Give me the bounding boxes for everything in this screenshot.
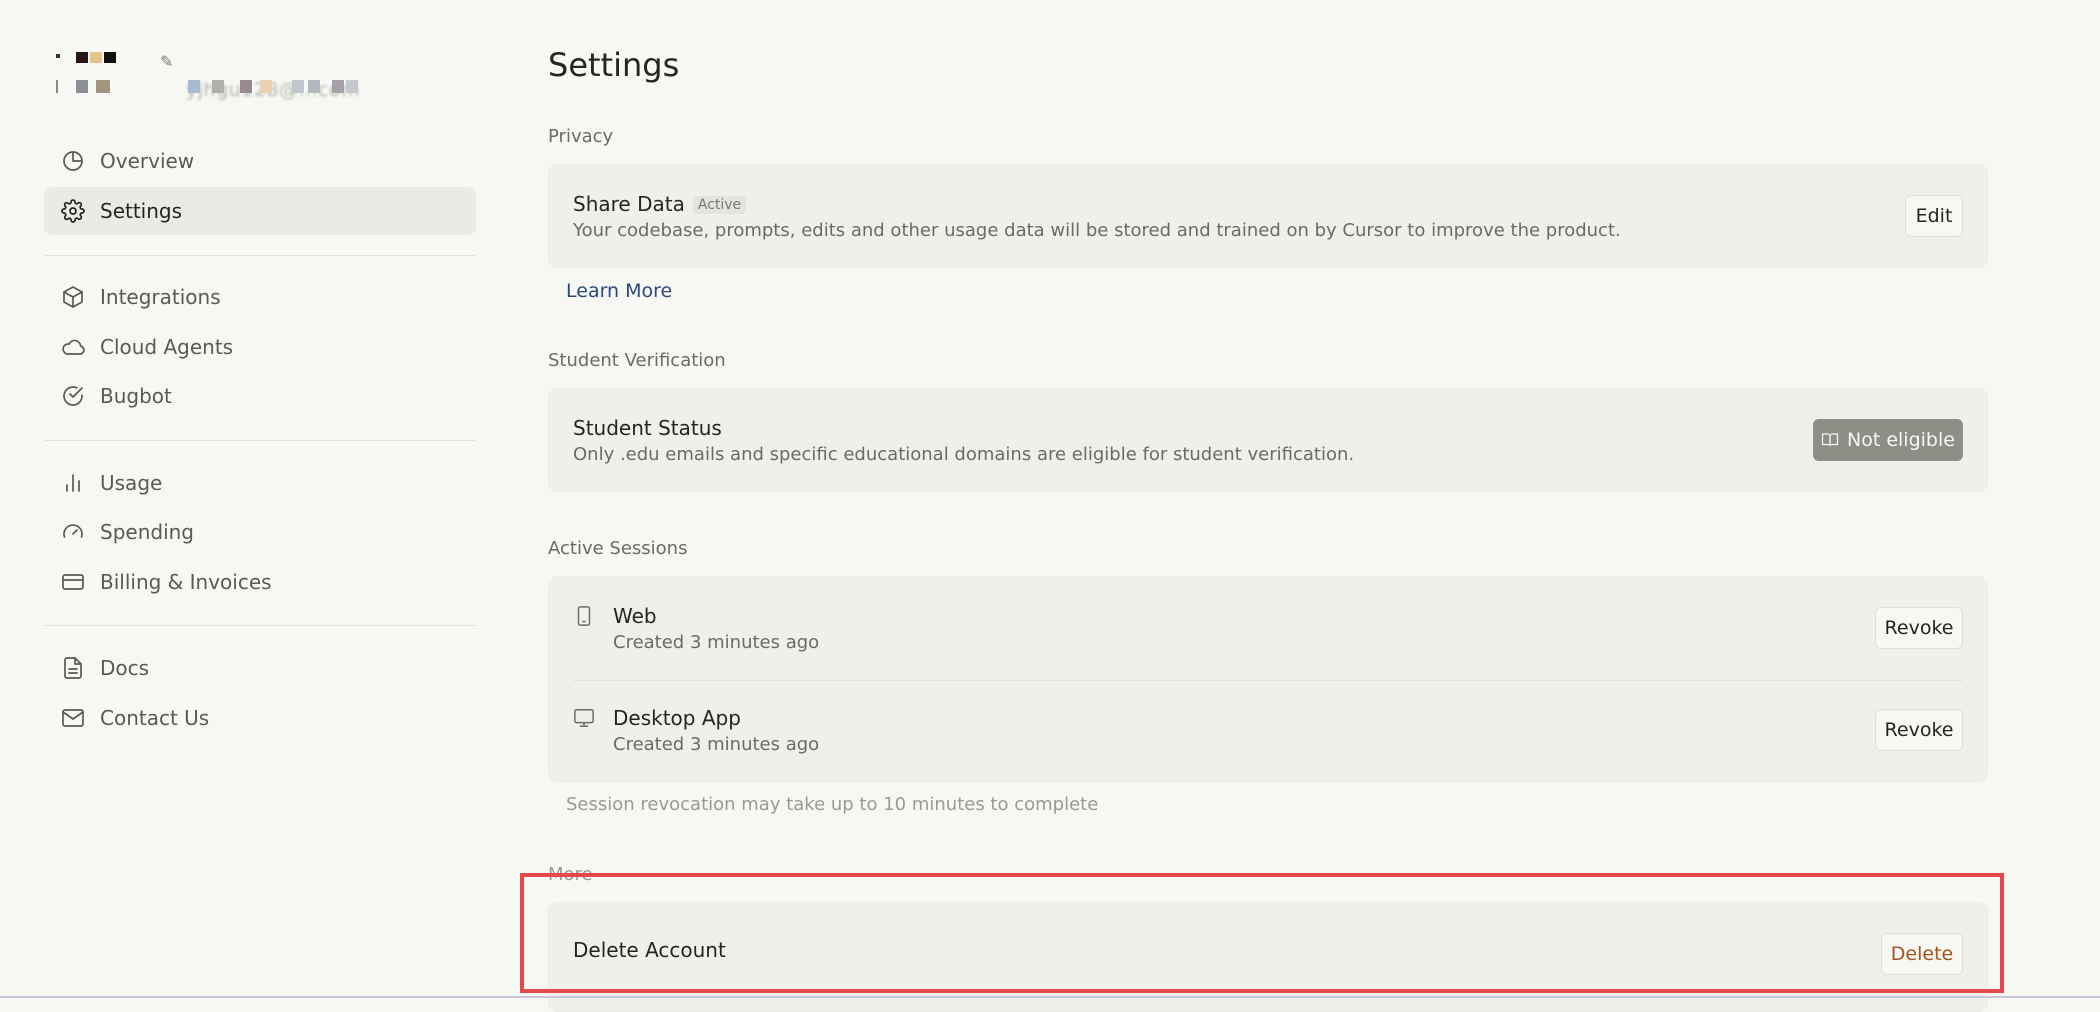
delete-account-button[interactable]: Delete (1881, 933, 1963, 975)
sidebar-item-settings[interactable]: Settings (44, 187, 476, 235)
section-label-privacy: Privacy (548, 126, 614, 147)
phone-icon (573, 605, 595, 631)
sessions-card: Web Created 3 minutes ago Revoke Desktop… (548, 576, 1988, 782)
redacted-email-prefix (56, 80, 146, 93)
session-created: Created 3 minutes ago (613, 632, 820, 653)
cloud-icon (60, 334, 86, 360)
sidebar-item-label: Integrations (100, 285, 221, 309)
share-data-description: Your codebase, prompts, edits and other … (573, 220, 1621, 241)
gauge-icon (60, 519, 86, 545)
book-open-icon (1821, 433, 1839, 447)
mail-icon (60, 705, 86, 731)
user-profile[interactable]: ✎ yjhgu128@...com (56, 52, 436, 104)
sidebar-item-bugbot[interactable]: Bugbot (44, 372, 476, 420)
redacted-email-overlay (188, 80, 408, 93)
session-revocation-note: Session revocation may take up to 10 min… (566, 794, 1099, 815)
sidebar-item-label: Overview (100, 149, 195, 173)
section-label-more: More (548, 864, 593, 885)
sidebar: ✎ yjhgu128@...com Overview Settings Inte… (44, 0, 476, 1000)
revoke-button-web[interactable]: Revoke (1875, 607, 1963, 649)
monitor-icon (573, 707, 595, 733)
session-name: Web (613, 604, 657, 628)
sidebar-item-label: Spending (100, 520, 194, 544)
check-circle-icon (60, 383, 86, 409)
session-name: Desktop App (613, 706, 741, 730)
not-eligible-button: Not eligible (1813, 419, 1963, 461)
sidebar-item-billing[interactable]: Billing & Invoices (44, 558, 476, 606)
student-status-title: Student Status (573, 416, 722, 440)
sidebar-item-label: Contact Us (100, 706, 210, 730)
share-data-title: Share Data Active (573, 192, 747, 216)
sidebar-item-label: Billing & Invoices (100, 570, 272, 594)
status-badge: Active (692, 196, 747, 214)
pie-chart-icon (60, 148, 86, 174)
delete-account-title: Delete Account (573, 938, 726, 962)
learn-more-link[interactable]: Learn More (566, 280, 672, 302)
sidebar-item-overview[interactable]: Overview (44, 137, 476, 185)
sidebar-item-contact-us[interactable]: Contact Us (44, 694, 476, 742)
sidebar-item-label: Settings (100, 199, 183, 223)
sidebar-item-label: Bugbot (100, 384, 172, 408)
session-created: Created 3 minutes ago (613, 734, 820, 755)
credit-card-icon (60, 569, 86, 595)
student-card: Student Status Only .edu emails and spec… (548, 388, 1988, 492)
sidebar-item-label: Docs (100, 656, 150, 680)
sidebar-divider (44, 440, 476, 441)
section-label-student: Student Verification (548, 350, 726, 371)
section-label-sessions: Active Sessions (548, 538, 688, 559)
bar-chart-icon (60, 470, 86, 496)
sidebar-item-cloud-agents[interactable]: Cloud Agents (44, 323, 476, 371)
sidebar-item-integrations[interactable]: Integrations (44, 273, 476, 321)
gear-icon (60, 198, 86, 224)
session-divider (573, 680, 1963, 681)
sidebar-item-label: Usage (100, 471, 163, 495)
sidebar-item-usage[interactable]: Usage (44, 459, 476, 507)
document-icon (60, 655, 86, 681)
cube-icon (60, 284, 86, 310)
share-data-label: Share Data (573, 192, 685, 216)
student-status-description: Only .edu emails and specific educationa… (573, 444, 1355, 465)
privacy-card: Share Data Active Your codebase, prompts,… (548, 164, 1988, 268)
revoke-button-desktop[interactable]: Revoke (1875, 709, 1963, 751)
edit-button[interactable]: Edit (1905, 195, 1963, 237)
sidebar-item-label: Cloud Agents (100, 335, 234, 359)
sidebar-item-docs[interactable]: Docs (44, 644, 476, 692)
edit-icon[interactable]: ✎ (160, 52, 173, 71)
sidebar-item-spending[interactable]: Spending (44, 508, 476, 556)
sidebar-divider (44, 625, 476, 626)
window-bottom-edge (0, 996, 2100, 998)
redacted-name (56, 52, 116, 63)
page-title: Settings (548, 46, 680, 84)
sidebar-divider (44, 255, 476, 256)
not-eligible-label: Not eligible (1847, 429, 1955, 451)
